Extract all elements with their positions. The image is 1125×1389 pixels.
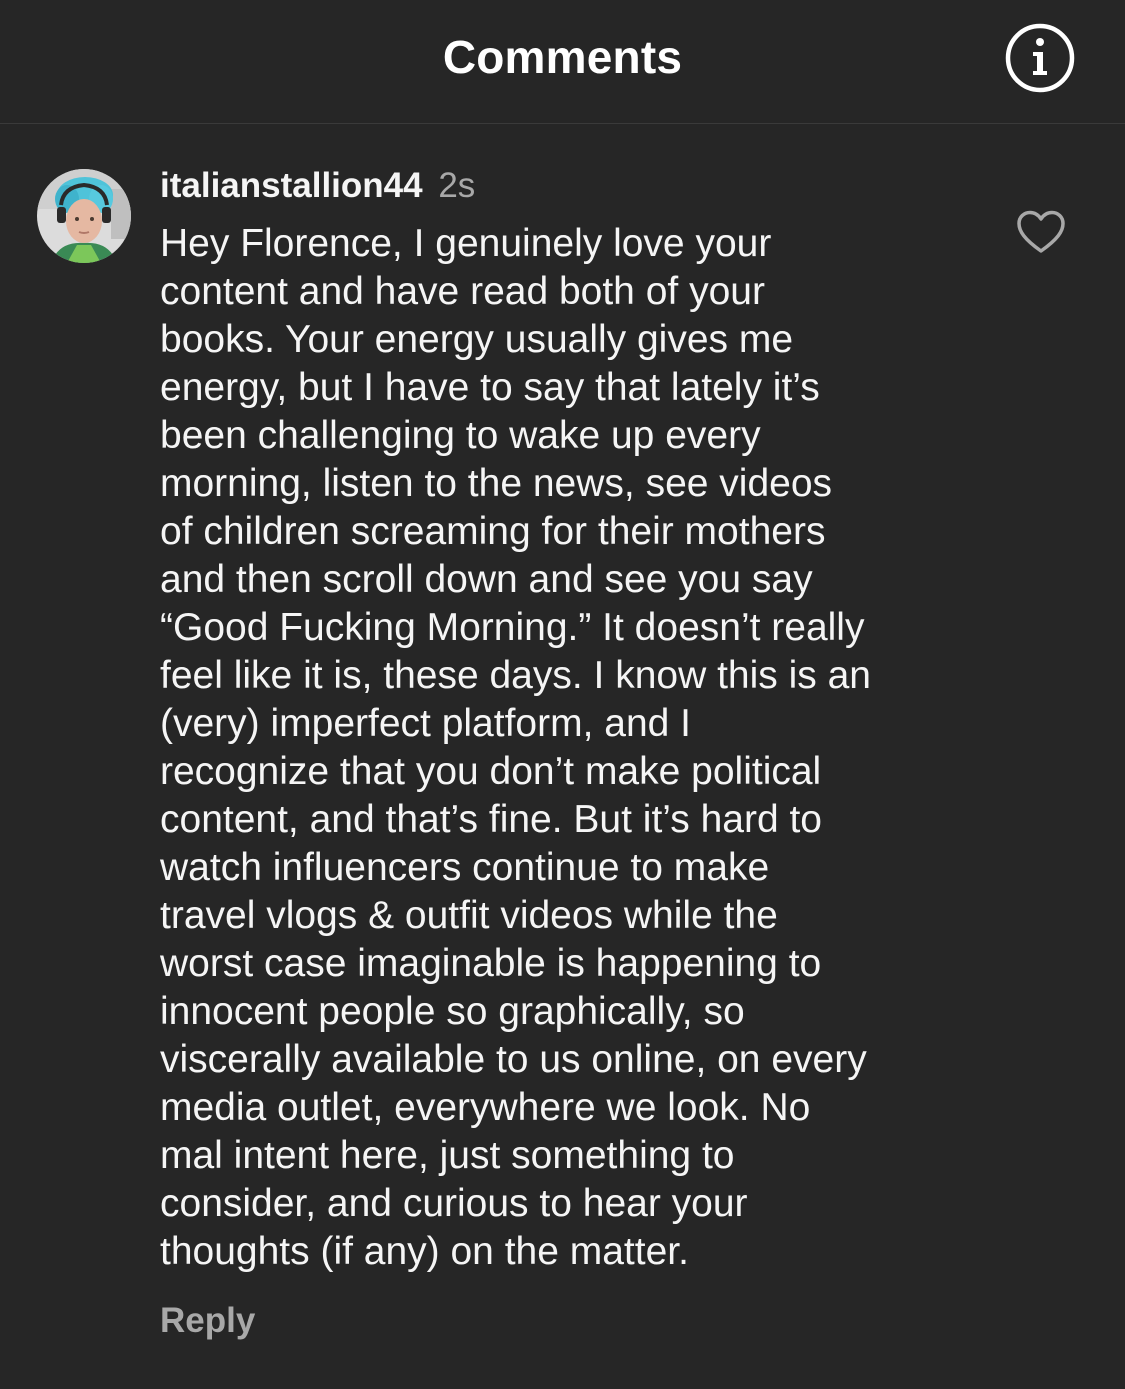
heart-outline-icon[interactable] <box>1014 206 1068 260</box>
user-avatar[interactable] <box>37 169 131 263</box>
comment-username[interactable]: italianstallion44 <box>160 166 423 205</box>
page-title: Comments <box>442 31 683 83</box>
comment-item: italianstallion44 2s Hey Florence, I gen… <box>0 124 1125 1389</box>
comment-meta: italianstallion44 2s <box>160 164 475 208</box>
comment-timestamp: 2s <box>438 166 476 205</box>
comments-header: Comments <box>0 0 1125 124</box>
comment-body: Hey Florence, I genuinely love your cont… <box>160 222 871 1273</box>
reply-button[interactable]: Reply <box>160 1299 255 1343</box>
info-icon[interactable] <box>1004 22 1076 94</box>
